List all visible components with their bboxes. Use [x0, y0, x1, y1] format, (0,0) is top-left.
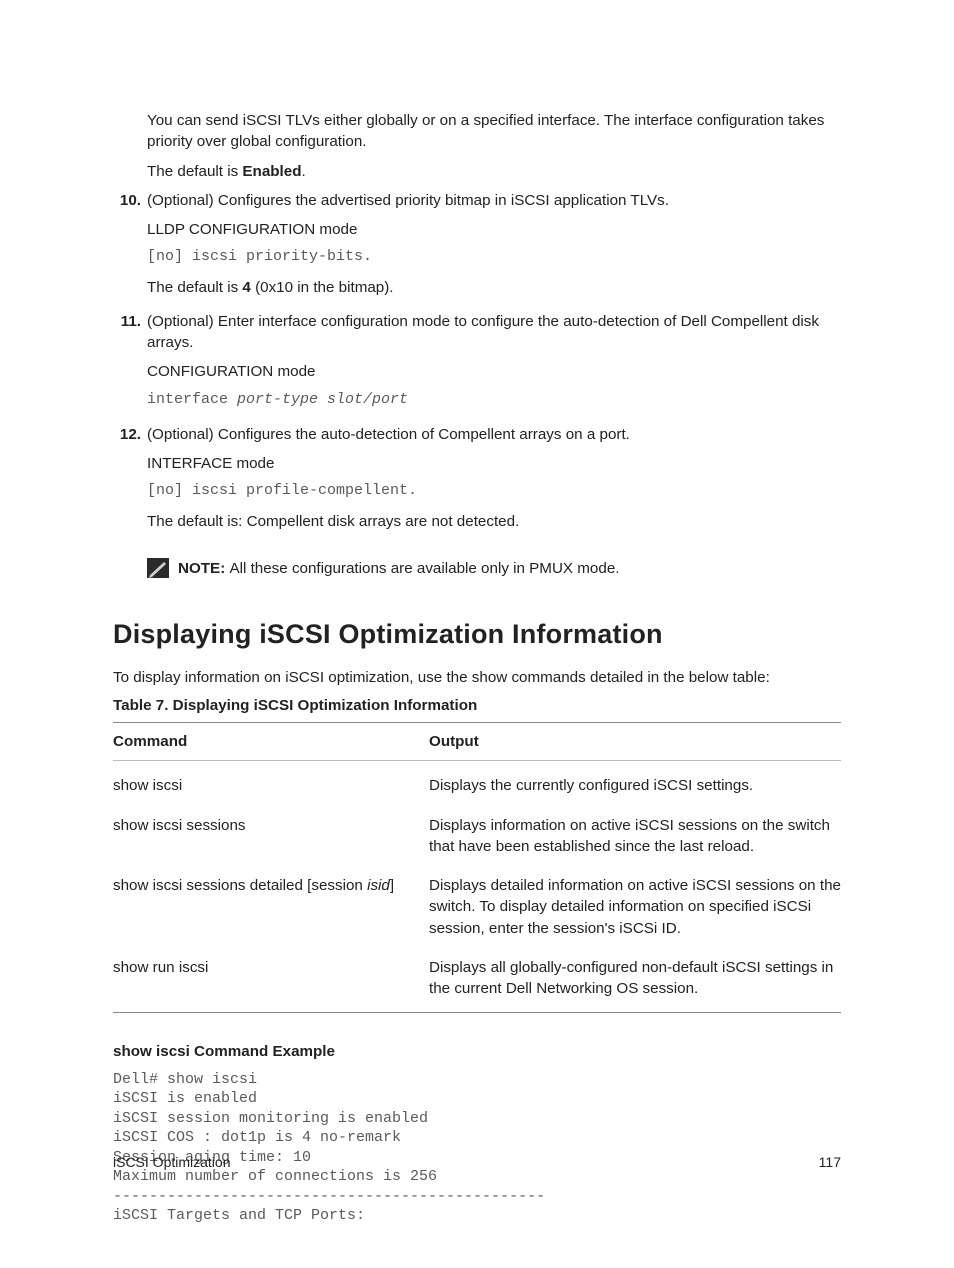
table-caption: Table 7. Displaying iSCSI Optimization I… — [113, 695, 841, 716]
table-row: show iscsi sessions Displays information… — [113, 801, 841, 862]
table-row: show run iscsi Displays all globally-con… — [113, 943, 841, 1012]
cmd-cell: show iscsi sessions — [113, 815, 429, 858]
step-mode: INTERFACE mode — [147, 453, 841, 474]
footer-left: iSCSI Optimization — [113, 1154, 230, 1170]
step-text: (Optional) Configures the advertised pri… — [147, 190, 841, 211]
cmd-cell: show iscsi sessions detailed [session is… — [113, 875, 429, 939]
page-footer: iSCSI Optimization 117 — [113, 1154, 841, 1170]
table-row: show iscsi Displays the currently config… — [113, 761, 841, 800]
out-cell: Displays information on active iSCSI ses… — [429, 815, 841, 858]
step-text: (Optional) Configures the auto-detection… — [147, 424, 841, 445]
note-icon — [147, 558, 169, 578]
section-heading: Displaying iSCSI Optimization Informatio… — [113, 616, 841, 654]
default-line: The default is Enabled. — [113, 161, 841, 182]
col-header-output: Output — [429, 731, 841, 752]
footer-page-number: 117 — [819, 1154, 841, 1170]
col-header-command: Command — [113, 731, 429, 752]
example-code: Dell# show iscsi iSCSI is enabled iSCSI … — [113, 1070, 841, 1226]
step-code: interface port-type slot/port — [147, 389, 841, 410]
step-number: 11. — [113, 311, 147, 420]
note-text: NOTE: All these configurations are avail… — [178, 558, 620, 579]
example-heading: show iscsi Command Example — [113, 1041, 841, 1062]
cmd-cell: show iscsi — [113, 775, 429, 796]
step-mode: LLDP CONFIGURATION mode — [147, 219, 841, 240]
intro-paragraph: You can send iSCSI TLVs either globally … — [113, 110, 841, 153]
step-text: (Optional) Enter interface configuration… — [147, 311, 841, 354]
out-cell: Displays detailed information on active … — [429, 875, 841, 939]
step-number: 10. — [113, 190, 147, 307]
table-header-row: Command Output — [113, 723, 841, 761]
out-cell: Displays the currently configured iSCSI … — [429, 775, 841, 796]
table-row: show iscsi sessions detailed [session is… — [113, 861, 841, 943]
step-code: [no] iscsi priority-bits. — [147, 246, 841, 267]
step-code: [no] iscsi profile-compellent. — [147, 480, 841, 501]
step-number: 12. — [113, 424, 147, 541]
note-block: NOTE: All these configurations are avail… — [147, 558, 841, 579]
section-intro: To display information on iSCSI optimiza… — [113, 667, 841, 688]
step-after: The default is: Compellent disk arrays a… — [147, 511, 841, 532]
commands-table: Command Output show iscsi Displays the c… — [113, 722, 841, 1013]
out-cell: Displays all globally-configured non-def… — [429, 957, 841, 1000]
cmd-cell: show run iscsi — [113, 957, 429, 1000]
step-12: 12. (Optional) Configures the auto-detec… — [113, 424, 841, 541]
step-10: 10. (Optional) Configures the advertised… — [113, 190, 841, 307]
step-11: 11. (Optional) Enter interface configura… — [113, 311, 841, 420]
step-after: The default is 4 (0x10 in the bitmap). — [147, 277, 841, 298]
step-mode: CONFIGURATION mode — [147, 361, 841, 382]
